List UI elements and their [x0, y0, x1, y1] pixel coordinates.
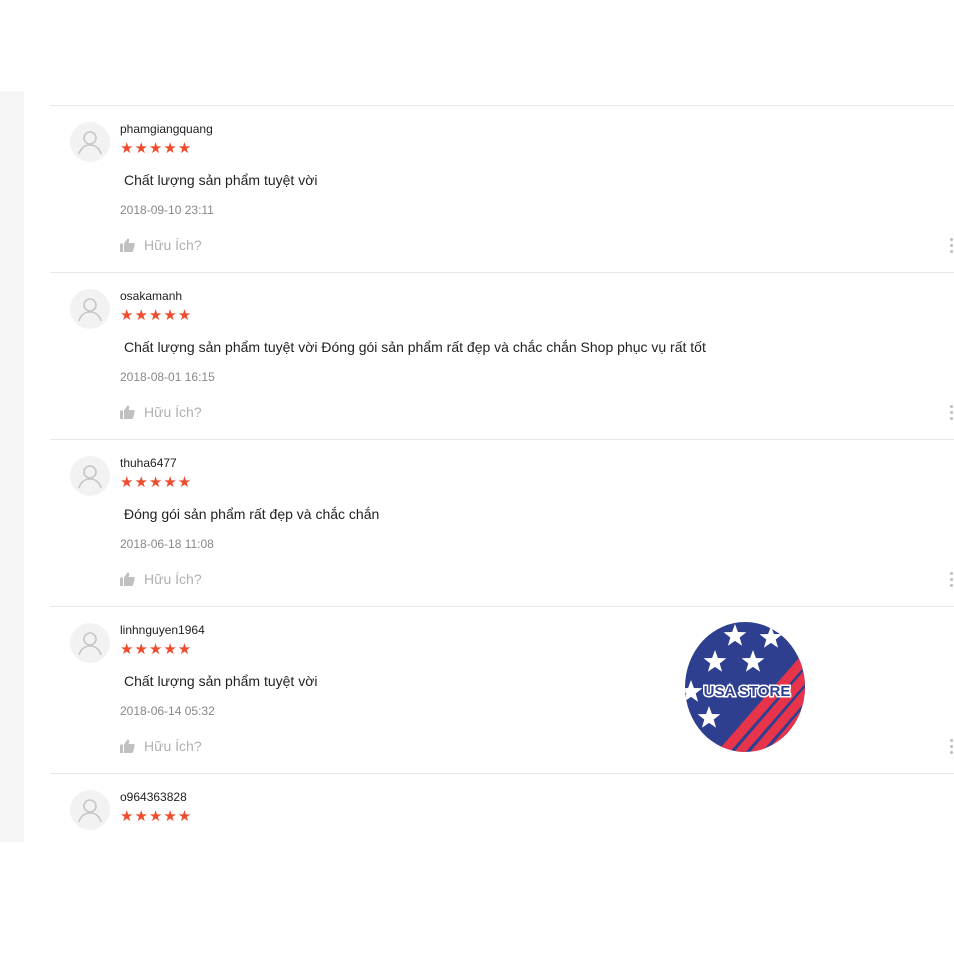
rating-stars: ★★★★★ [120, 641, 193, 658]
helpful-label: Hữu Ích? [144, 404, 202, 420]
user-avatar[interactable] [70, 623, 110, 663]
blank-area [0, 842, 954, 954]
rating-stars: ★★★★★ [120, 808, 193, 825]
review-username[interactable]: o964363828 [120, 790, 187, 804]
helpful-button[interactable]: Hữu Ích? [120, 236, 202, 254]
user-avatar[interactable] [70, 790, 110, 830]
user-icon [78, 799, 102, 823]
review-date: 2018-06-14 05:32 [120, 704, 215, 718]
thumbs-up-icon [120, 572, 135, 586]
user-avatar[interactable] [70, 289, 110, 329]
user-icon [78, 298, 102, 322]
helpful-button[interactable]: Hữu Ích? [120, 737, 202, 755]
left-strip [0, 91, 24, 842]
review-date: 2018-06-18 11:08 [120, 537, 214, 551]
review-item: phamgiangquang ★★★★★ Chất lượng sản phẩm… [50, 105, 954, 273]
review-comment: Đóng gói sản phẩm rất đẹp và chắc chắn [124, 506, 380, 522]
thumbs-up-icon [120, 739, 135, 753]
user-avatar[interactable] [70, 456, 110, 496]
more-vertical-icon [950, 405, 953, 408]
review-comment: Chất lượng sản phẩm tuyệt vời [124, 172, 318, 188]
helpful-label: Hữu Ích? [144, 571, 202, 587]
review-date: 2018-09-10 23:11 [120, 203, 214, 217]
helpful-label: Hữu Ích? [144, 237, 202, 253]
review-item: thuha6477 ★★★★★ Đóng gói sản phẩm rất đẹ… [50, 439, 954, 607]
usa-store-badge: USA STORE [685, 622, 805, 752]
more-options-button[interactable] [948, 238, 954, 254]
review-item: osakamanh ★★★★★ Chất lượng sản phẩm tuyệ… [50, 272, 954, 440]
user-icon [78, 131, 102, 155]
more-vertical-icon [950, 739, 953, 742]
rating-stars: ★★★★★ [120, 140, 193, 157]
review-comment: Chất lượng sản phẩm tuyệt vời [124, 673, 318, 689]
more-options-button[interactable] [948, 572, 954, 588]
more-vertical-icon [950, 572, 953, 575]
helpful-label: Hữu Ích? [144, 738, 202, 754]
badge-text: USA STORE [704, 683, 791, 700]
user-icon [78, 632, 102, 656]
review-comment: Chất lượng sản phẩm tuyệt vời Đóng gói s… [124, 339, 706, 355]
rating-stars: ★★★★★ [120, 474, 193, 491]
more-vertical-icon [950, 238, 953, 241]
thumbs-up-icon [120, 238, 135, 252]
review-username[interactable]: linhnguyen1964 [120, 623, 205, 637]
review-item: o964363828 ★★★★★ [50, 773, 954, 842]
review-username[interactable]: phamgiangquang [120, 122, 213, 136]
review-username[interactable]: thuha6477 [120, 456, 177, 470]
thumbs-up-icon [120, 405, 135, 419]
user-avatar[interactable] [70, 122, 110, 162]
review-date: 2018-08-01 16:15 [120, 370, 215, 384]
review-item: linhnguyen1964 ★★★★★ Chất lượng sản phẩm… [50, 606, 954, 774]
helpful-button[interactable]: Hữu Ích? [120, 403, 202, 421]
review-list: phamgiangquang ★★★★★ Chất lượng sản phẩm… [50, 0, 954, 842]
more-options-button[interactable] [948, 739, 954, 755]
review-username[interactable]: osakamanh [120, 289, 182, 303]
rating-stars: ★★★★★ [120, 307, 193, 324]
more-options-button[interactable] [948, 405, 954, 421]
user-icon [78, 465, 102, 489]
helpful-button[interactable]: Hữu Ích? [120, 570, 202, 588]
